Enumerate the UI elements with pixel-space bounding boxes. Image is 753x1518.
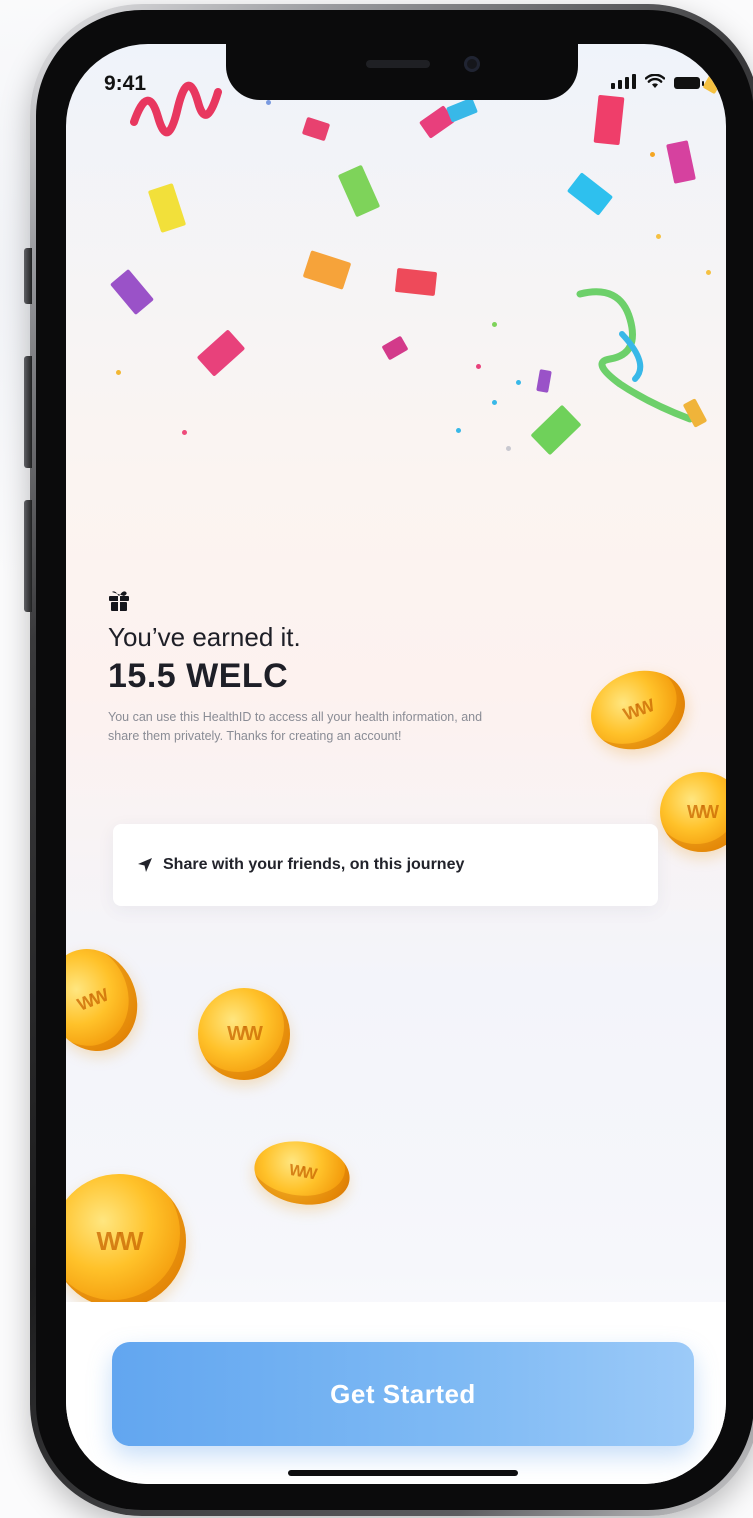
get-started-button[interactable]: Get Started (112, 1342, 694, 1446)
share-label: Share with your friends, on this journey (163, 856, 465, 873)
reward-description: You can use this HealthID to access all … (108, 710, 483, 743)
coin-icon: WW (249, 1134, 355, 1212)
silent-switch (24, 248, 32, 304)
volume-up-button (24, 356, 32, 468)
speaker (366, 60, 430, 68)
notch (226, 44, 578, 100)
battery-icon (674, 77, 704, 89)
app-screen: 9:41 You’ve earned it. 15.5 WELC You can… (66, 44, 726, 1484)
status-time: 9:41 (104, 72, 147, 95)
status-icons (611, 74, 704, 89)
coin-icon: WW (198, 988, 290, 1080)
coin-icon: WW (660, 772, 726, 852)
share-button[interactable]: Share with your friends, on this journey (113, 824, 658, 906)
coin-icon: WW (66, 935, 153, 1065)
front-camera (464, 56, 480, 72)
coin-icon: WW (66, 1174, 186, 1308)
reward-amount: 15.5 WELC (108, 657, 289, 695)
send-icon (138, 858, 152, 872)
reward-headline: You’ve earned it. (108, 622, 301, 652)
coin-icon: WW (579, 657, 697, 763)
gift-icon (109, 591, 129, 611)
reward-section: You’ve earned it. 15.5 WELC You can use … (108, 590, 528, 746)
wifi-icon (645, 74, 665, 88)
bottom-action-area: Get Started (66, 1302, 726, 1484)
signal-icon (611, 74, 636, 89)
volume-down-button (24, 500, 32, 612)
home-indicator[interactable] (288, 1470, 518, 1476)
